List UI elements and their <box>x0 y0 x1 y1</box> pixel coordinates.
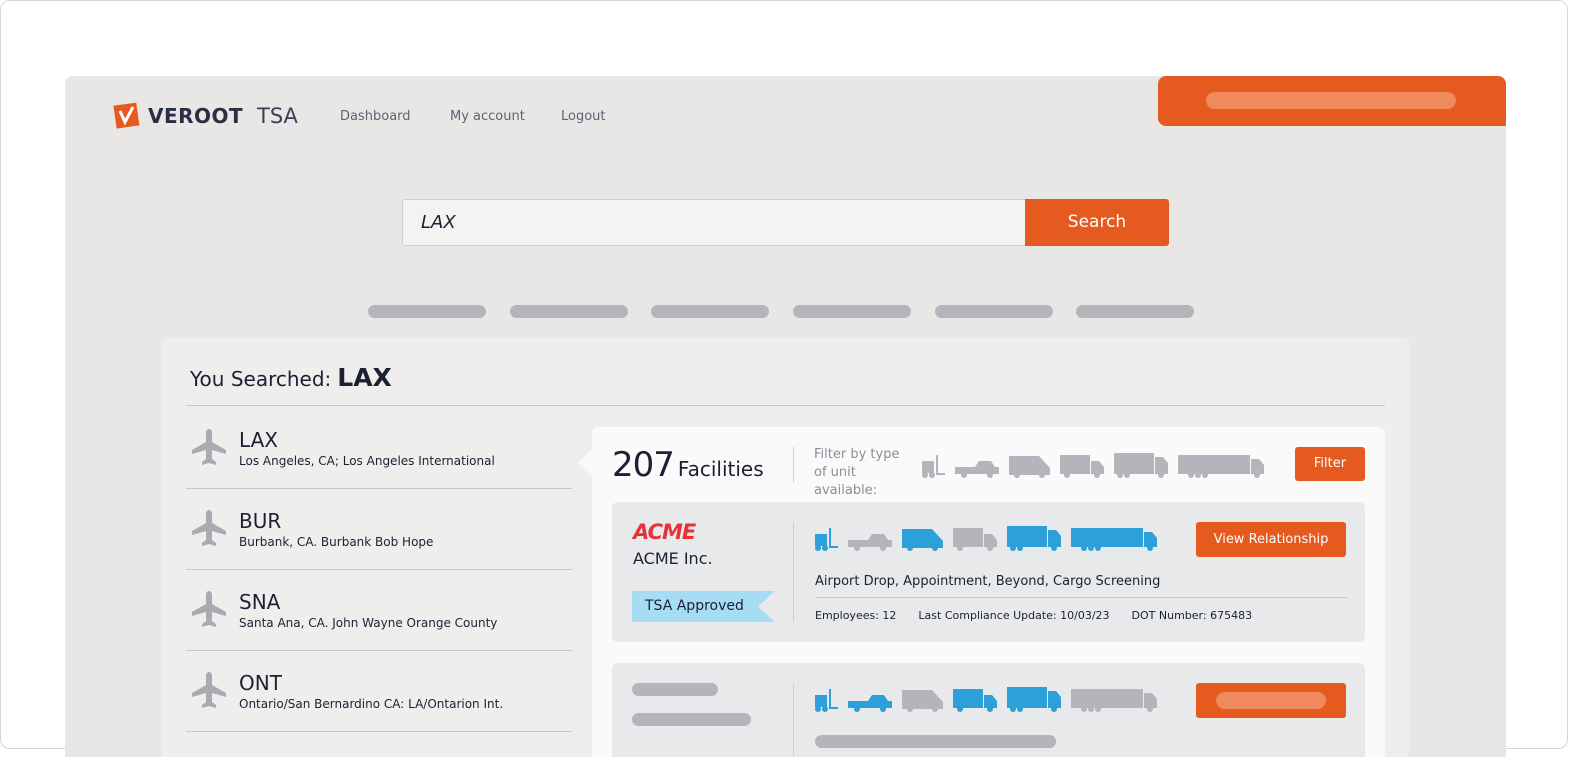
skeleton-logo <box>632 683 718 696</box>
semi-truck-icon[interactable] <box>1006 526 1062 552</box>
divider <box>186 405 1385 406</box>
app: VEROOT TSA Dashboard My account Logout L… <box>65 76 1506 757</box>
tsa-approved-badge: TSA Approved <box>632 591 775 622</box>
filter-button[interactable]: Filter <box>1295 447 1365 481</box>
airplane-icon <box>192 672 226 708</box>
placeholder-pill <box>1216 692 1326 709</box>
divider <box>815 597 1347 598</box>
facilities-panel: 207 Facilities Filter by type of unit ava… <box>578 427 1385 757</box>
skeleton-tab[interactable] <box>368 305 486 318</box>
nav-my-account[interactable]: My account <box>450 109 525 124</box>
box-truck-icon[interactable] <box>1059 453 1105 479</box>
facility-meta: Employees: 12 Last Compliance Update: 10… <box>815 609 1252 622</box>
van-icon[interactable] <box>1008 453 1051 479</box>
logo-text: VEROOT <box>148 104 244 128</box>
product-name: TSA <box>257 104 298 128</box>
airport-name: Los Angeles, CA; Los Angeles Internation… <box>239 454 495 468</box>
logo[interactable]: VEROOT <box>112 101 243 131</box>
airport-item[interactable]: BUR Burbank, CA. Burbank Bob Hope <box>186 489 572 570</box>
search-summary-label: You Searched: <box>190 367 332 391</box>
divider <box>793 683 794 757</box>
employees: Employees: 12 <box>815 609 897 622</box>
skeleton-tab[interactable] <box>510 305 628 318</box>
airplane-icon <box>192 591 226 627</box>
search-summary-query: LAX <box>337 363 392 392</box>
nav-logout[interactable]: Logout <box>561 109 606 124</box>
facilities-number: 207 <box>612 445 675 485</box>
search-summary: You Searched: LAX <box>190 363 392 392</box>
forklift-icon[interactable] <box>813 526 839 552</box>
last-compliance-update: Last Compliance Update: 10/03/23 <box>918 609 1110 622</box>
services: Airport Drop, Appointment, Beyond, Cargo… <box>815 574 1161 589</box>
skeleton-services <box>815 735 1056 748</box>
airport-code: LAX <box>239 428 278 452</box>
view-relationship-button[interactable] <box>1196 683 1346 718</box>
skeleton-tab[interactable] <box>1076 305 1194 318</box>
airport-code: SNA <box>239 590 281 614</box>
nav-dashboard[interactable]: Dashboard <box>340 109 411 124</box>
divider <box>793 447 794 483</box>
facilities-label: Facilities <box>677 457 764 481</box>
placeholder-pill <box>1206 92 1456 109</box>
airport-name: Ontario/San Bernardino CA: LA/Ontarion I… <box>239 697 504 711</box>
tractor-trailer-icon[interactable] <box>1070 687 1158 713</box>
skeleton-name <box>632 713 751 726</box>
header-tab[interactable] <box>1158 76 1506 126</box>
skeleton-tab[interactable] <box>651 305 769 318</box>
skeleton-tab[interactable] <box>935 305 1053 318</box>
search-button[interactable]: Search <box>1025 199 1169 246</box>
pointer <box>578 449 592 477</box>
airport-name: Santa Ana, CA. John Wayne Orange County <box>239 616 498 630</box>
semi-truck-icon[interactable] <box>1006 687 1062 713</box>
results-panel: You Searched: LAX LAX Los Angeles, CA; Los… <box>162 338 1409 757</box>
acme-logo: ACME <box>633 520 696 544</box>
box-truck-icon[interactable] <box>952 526 998 552</box>
tractor-trailer-icon[interactable] <box>1177 453 1265 479</box>
pickup-icon[interactable] <box>847 526 893 552</box>
airport-item[interactable]: SNA Santa Ana, CA. John Wayne Orange Coun… <box>186 570 572 651</box>
airport-code: BUR <box>239 509 282 533</box>
semi-truck-icon[interactable] <box>1113 453 1169 479</box>
veroot-logo-icon <box>113 102 140 129</box>
filter-label: Filter by type of unit available: <box>814 447 900 498</box>
van-icon[interactable] <box>901 687 944 713</box>
divider <box>793 522 794 622</box>
van-icon[interactable] <box>901 526 944 552</box>
airport-item[interactable]: ONT Ontario/San Bernardino CA: LA/Ontario… <box>186 651 572 732</box>
pickup-icon[interactable] <box>847 687 893 713</box>
facility-card: ACME ACME Inc. TSA Approved View Relatio… <box>612 502 1365 642</box>
airport-name: Burbank, CA. Burbank Bob Hope <box>239 535 434 549</box>
tractor-trailer-icon[interactable] <box>1070 526 1158 552</box>
view-relationship-button[interactable]: View Relationship <box>1196 522 1346 557</box>
airport-item[interactable]: LAX Los Angeles, CA; Los Angeles Internat… <box>186 408 572 489</box>
skeleton-tab[interactable] <box>793 305 911 318</box>
airplane-icon <box>192 510 226 546</box>
company-name: ACME Inc. <box>633 549 713 568</box>
dot-number: DOT Number: 675483 <box>1131 609 1253 622</box>
pickup-icon[interactable] <box>954 453 1000 479</box>
forklift-icon[interactable] <box>813 687 839 713</box>
browser-frame: VEROOT TSA Dashboard My account Logout L… <box>0 0 1568 757</box>
facility-card <box>612 663 1365 757</box>
forklift-icon[interactable] <box>920 453 946 479</box>
search-input[interactable]: LAX <box>402 199 1027 246</box>
facilities-count: 207 Facilities <box>612 445 764 485</box>
airport-code: ONT <box>239 671 282 695</box>
box-truck-icon[interactable] <box>952 687 998 713</box>
airplane-icon <box>192 429 226 465</box>
